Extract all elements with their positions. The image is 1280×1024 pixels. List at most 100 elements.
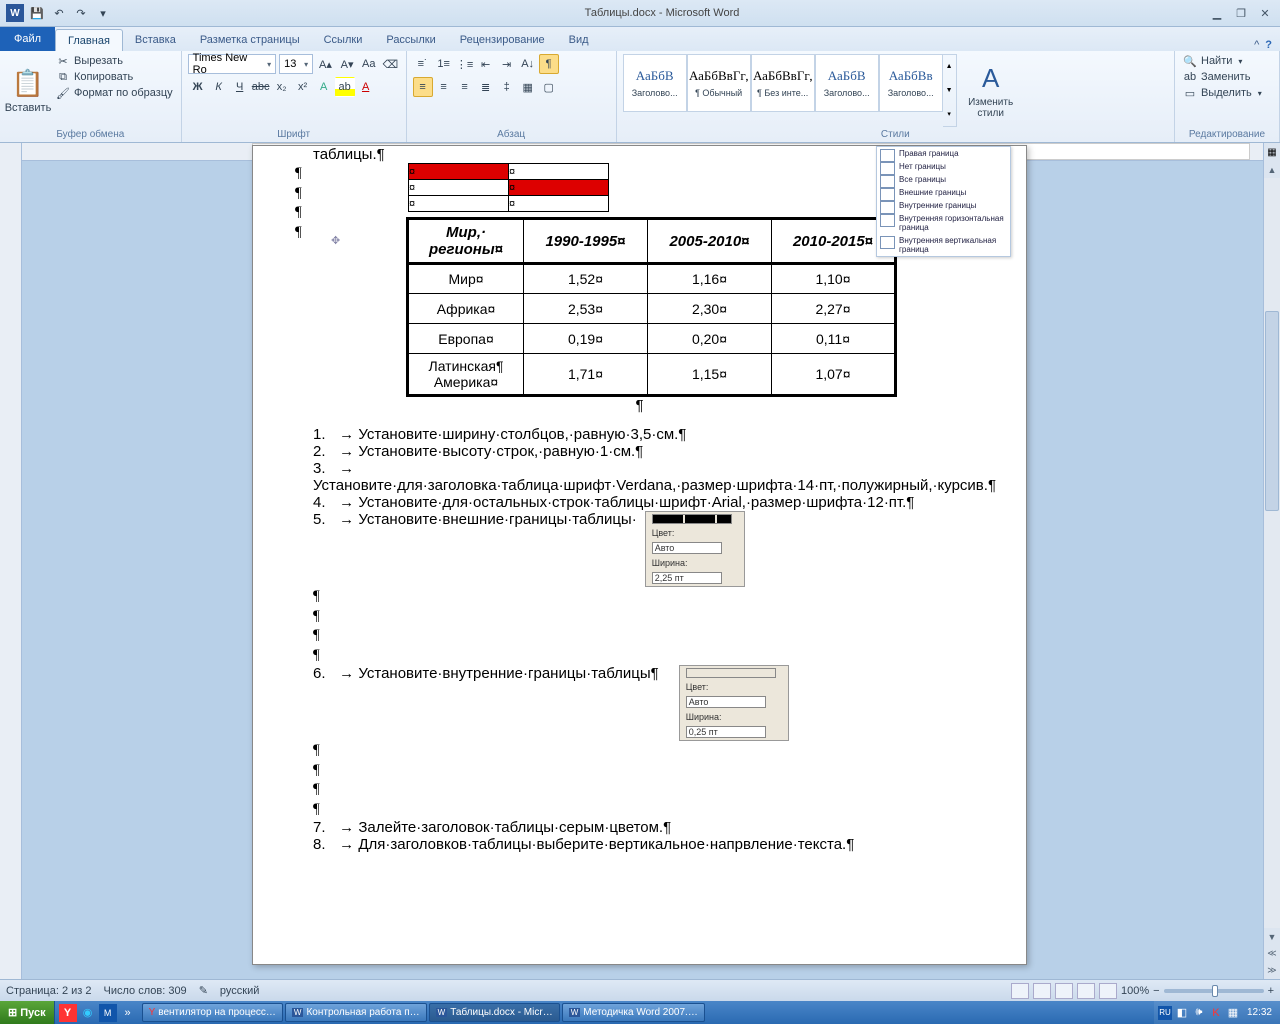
paste-button[interactable]: 📋 Вставить bbox=[6, 54, 50, 127]
shrink-font-button[interactable]: A▾ bbox=[338, 54, 357, 74]
line-spacing-button[interactable]: ‡ bbox=[497, 77, 517, 97]
tab-page-layout[interactable]: Разметка страницы bbox=[188, 29, 312, 51]
change-styles-button[interactable]: A Изменить стили bbox=[961, 54, 1021, 127]
superscript-button[interactable]: x² bbox=[293, 77, 313, 97]
italic-button[interactable]: К bbox=[209, 77, 229, 97]
tab-mailings[interactable]: Рассылки bbox=[374, 29, 447, 51]
tray-icon-2[interactable]: 🕪 bbox=[1192, 1006, 1206, 1020]
prev-page-icon[interactable]: ≪ bbox=[1264, 945, 1280, 962]
restore-icon[interactable]: ❐ bbox=[1230, 5, 1252, 21]
vertical-ruler[interactable] bbox=[0, 143, 22, 979]
tray-icon-4[interactable]: ▦ bbox=[1226, 1006, 1240, 1020]
view-outline-button[interactable] bbox=[1077, 983, 1095, 999]
table-move-handle-icon[interactable]: ✥ bbox=[331, 234, 340, 247]
tray-icon-1[interactable]: ◧ bbox=[1175, 1006, 1189, 1020]
status-word-count[interactable]: Число слов: 309 bbox=[104, 985, 187, 997]
bullets-button[interactable]: ≡˙ bbox=[413, 54, 433, 74]
clock[interactable]: 12:32 bbox=[1243, 1007, 1276, 1018]
style-item-2[interactable]: АаБбВвГг,¶ Без инте... bbox=[751, 54, 815, 112]
style-item-1[interactable]: АаБбВвГг,¶ Обычный bbox=[687, 54, 751, 112]
status-language[interactable]: русский bbox=[220, 985, 259, 997]
format-painter-button[interactable]: 🖌Формат по образцу bbox=[54, 86, 175, 100]
zoom-value[interactable]: 100% bbox=[1121, 985, 1149, 997]
borders-button[interactable]: ▢ bbox=[539, 77, 559, 97]
lang-indicator[interactable]: RU bbox=[1158, 1006, 1172, 1020]
justify-button[interactable]: ≣ bbox=[476, 77, 496, 97]
grow-font-button[interactable]: A▴ bbox=[316, 54, 335, 74]
align-center-button[interactable]: ≡ bbox=[434, 77, 454, 97]
zoom-in-button[interactable]: + bbox=[1268, 985, 1274, 997]
tab-references[interactable]: Ссылки bbox=[312, 29, 375, 51]
tab-view[interactable]: Вид bbox=[557, 29, 601, 51]
font-color-button[interactable]: A bbox=[356, 77, 376, 97]
ruler-toggle[interactable]: ▦ bbox=[1263, 143, 1280, 161]
zoom-out-button[interactable]: − bbox=[1153, 985, 1159, 997]
tab-insert[interactable]: Вставка bbox=[123, 29, 188, 51]
view-full-screen-button[interactable] bbox=[1033, 983, 1051, 999]
underline-button[interactable]: Ч bbox=[230, 77, 250, 97]
align-left-button[interactable]: ≡ bbox=[413, 77, 433, 97]
clear-formatting-button[interactable]: ⌫ bbox=[381, 54, 400, 74]
style-gallery[interactable]: АаБбВЗаголово... АаБбВвГг,¶ Обычный АаБб… bbox=[623, 54, 957, 127]
border-menu-item[interactable]: Внешние границы bbox=[877, 186, 1010, 199]
status-page[interactable]: Страница: 2 из 2 bbox=[6, 985, 92, 997]
page-content[interactable]: таблицы.¶ ¤¤ ¤¤ ¤¤ ¶¶¶¶ Правая граница Н… bbox=[253, 146, 1026, 883]
redo-icon[interactable]: ↷ bbox=[72, 4, 90, 22]
ql-yandex-icon[interactable]: Y bbox=[59, 1004, 77, 1022]
border-menu-item[interactable]: Все границы bbox=[877, 173, 1010, 186]
border-menu-item[interactable]: Нет границы bbox=[877, 160, 1010, 173]
border-menu-item[interactable]: Внутренняя вертикальная граница bbox=[877, 234, 1010, 256]
task-item-2[interactable]: WТаблицы.docx - Micr… bbox=[429, 1003, 560, 1022]
save-icon[interactable]: 💾 bbox=[28, 4, 46, 22]
undo-icon[interactable]: ↶ bbox=[50, 4, 68, 22]
multilevel-list-button[interactable]: ⋮≡ bbox=[455, 54, 475, 74]
show-paragraph-marks-button[interactable]: ¶ bbox=[539, 54, 559, 74]
view-draft-button[interactable] bbox=[1099, 983, 1117, 999]
scroll-down-icon[interactable]: ▼ bbox=[1264, 928, 1280, 945]
ql-browser-icon[interactable]: ◉ bbox=[79, 1004, 97, 1022]
ql-expand-icon[interactable]: » bbox=[119, 1004, 137, 1022]
tray-icon-3[interactable]: K bbox=[1209, 1006, 1223, 1020]
style-item-0[interactable]: АаБбВЗаголово... bbox=[623, 54, 687, 112]
font-name-combo[interactable]: Times New Ro▾ bbox=[188, 54, 277, 74]
copy-button[interactable]: ⧉Копировать bbox=[54, 70, 175, 84]
style-item-3[interactable]: АаБбВЗаголово... bbox=[815, 54, 879, 112]
start-button[interactable]: ⊞ Пуск bbox=[0, 1001, 55, 1024]
align-right-button[interactable]: ≡ bbox=[455, 77, 475, 97]
task-item-1[interactable]: WКонтрольная работа п… bbox=[285, 1003, 427, 1022]
next-page-icon[interactable]: ≫ bbox=[1264, 962, 1280, 979]
text-effects-button[interactable]: A bbox=[314, 77, 334, 97]
subscript-button[interactable]: x₂ bbox=[272, 77, 292, 97]
close-icon[interactable]: ✕ bbox=[1254, 5, 1276, 21]
zoom-slider[interactable] bbox=[1164, 989, 1264, 993]
view-print-layout-button[interactable] bbox=[1011, 983, 1029, 999]
minimize-icon[interactable]: ▁ bbox=[1206, 5, 1228, 21]
help-icon[interactable]: ? bbox=[1265, 39, 1272, 51]
word-icon[interactable]: W bbox=[6, 4, 24, 22]
scroll-up-icon[interactable]: ▲ bbox=[1264, 161, 1280, 178]
find-button[interactable]: 🔍Найти▾ bbox=[1181, 54, 1264, 68]
tab-home[interactable]: Главная bbox=[55, 29, 123, 51]
vertical-scrollbar[interactable]: ▲ ▼ ≪ ≫ bbox=[1263, 161, 1280, 979]
tab-review[interactable]: Рецензирование bbox=[448, 29, 557, 51]
view-web-layout-button[interactable] bbox=[1055, 983, 1073, 999]
decrease-indent-button[interactable]: ⇤ bbox=[476, 54, 496, 74]
highlight-button[interactable]: ab bbox=[335, 77, 355, 97]
style-item-4[interactable]: АаБбВвЗаголово... bbox=[879, 54, 943, 112]
task-item-3[interactable]: WМетодичка Word 2007.… bbox=[562, 1003, 705, 1022]
ribbon-minimize-icon[interactable]: ^ bbox=[1254, 39, 1259, 51]
scroll-thumb[interactable] bbox=[1265, 311, 1279, 511]
increase-indent-button[interactable]: ⇥ bbox=[497, 54, 517, 74]
strikethrough-button[interactable]: abc bbox=[251, 77, 271, 97]
cut-button[interactable]: ✂Вырезать bbox=[54, 54, 175, 68]
font-size-combo[interactable]: 13▾ bbox=[279, 54, 313, 74]
change-case-button[interactable]: Aa bbox=[359, 54, 378, 74]
border-menu-item[interactable]: Внутренняя горизонтальная граница bbox=[877, 212, 1010, 234]
shading-button[interactable]: ▦ bbox=[518, 77, 538, 97]
ql-mail-icon[interactable]: M bbox=[99, 1004, 117, 1022]
bold-button[interactable]: Ж bbox=[188, 77, 208, 97]
qat-customize-icon[interactable]: ▾ bbox=[94, 4, 112, 22]
style-scroll[interactable]: ▲▼▾ bbox=[943, 54, 957, 127]
numbering-button[interactable]: 1≡ bbox=[434, 54, 454, 74]
border-menu-item[interactable]: Внутренние границы bbox=[877, 199, 1010, 212]
